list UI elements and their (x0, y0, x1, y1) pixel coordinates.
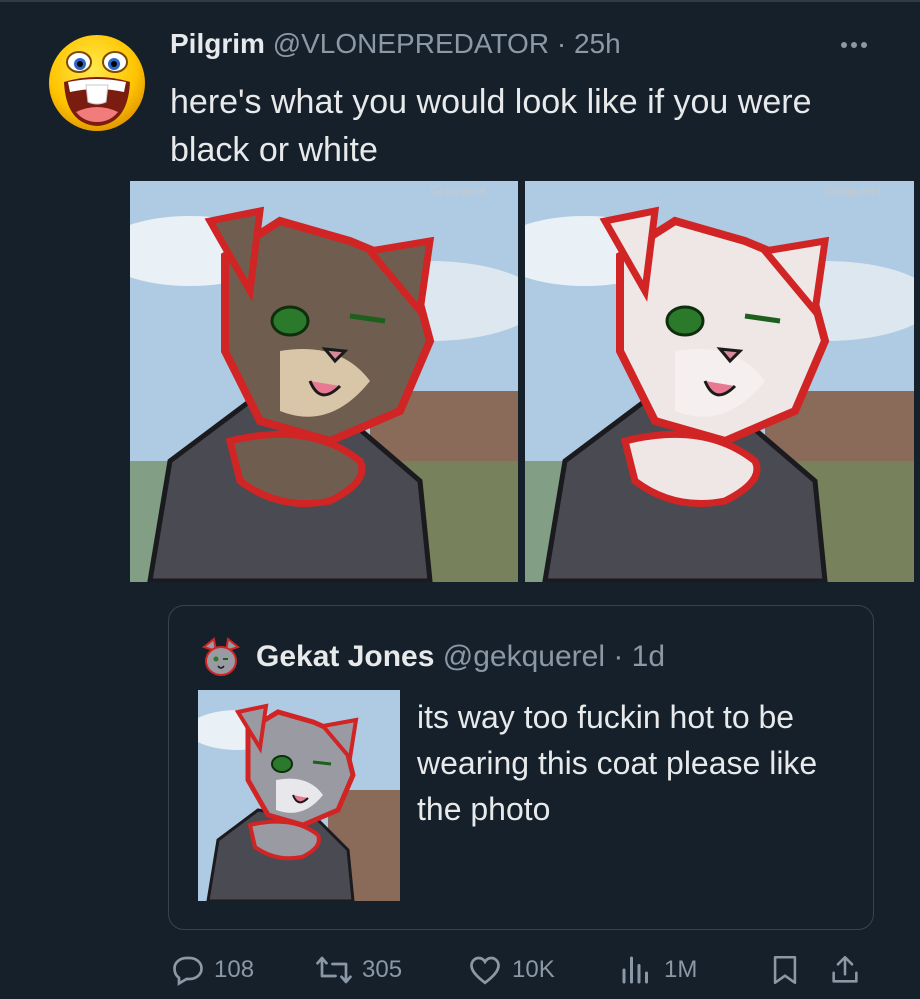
media-image-right[interactable]: Gekquerel (525, 181, 914, 582)
quoted-author-handle[interactable]: @gekquerel (443, 640, 605, 673)
quoted-tweet-text: its way too fuckin hot to be wearing thi… (417, 699, 818, 827)
repost-count: 305 (362, 956, 403, 983)
white-fur-cat-character-image: Gekquerel (525, 181, 914, 582)
tweet-text: here's what you would look like if you w… (170, 83, 812, 169)
top-divider (0, 0, 920, 2)
bookmark-icon (773, 955, 797, 985)
post-time[interactable]: 25h (574, 28, 621, 59)
quoted-author-avatar[interactable] (196, 633, 246, 683)
quoted-author-line: Gekat Jones @gekquerel · 1d (256, 638, 665, 676)
repost-button[interactable]: 305 (314, 950, 402, 990)
reply-count: 108 (214, 956, 255, 983)
views-button[interactable]: 1M (616, 950, 697, 990)
author-handle[interactable]: @VLONEPREDATOR (273, 28, 549, 59)
author-name[interactable]: Pilgrim (170, 28, 265, 59)
quoted-media-thumbnail[interactable] (198, 690, 400, 901)
separator-dot: · (556, 28, 567, 59)
quoted-author-name[interactable]: Gekat Jones (256, 640, 434, 673)
cat-avatar-icon (196, 633, 246, 683)
reply-icon (173, 956, 203, 986)
heart-icon (470, 956, 500, 985)
repost-icon (316, 956, 352, 984)
brown-fur-cat-character-image: Gekquerel (130, 181, 518, 582)
quoted-post-time[interactable]: 1d (632, 640, 665, 673)
watermark-left: Gekquerel (430, 184, 485, 198)
grey-fur-cat-character-image (198, 690, 400, 901)
watermark-right: Gekquerel (825, 184, 880, 198)
author-avatar[interactable] (46, 32, 148, 134)
views-count: 1M (664, 956, 698, 983)
reply-button[interactable]: 108 (170, 950, 254, 990)
quoted-separator-dot: · (613, 640, 624, 673)
share-icon (832, 955, 858, 983)
share-button[interactable] (828, 950, 862, 990)
like-button[interactable]: 10K (466, 950, 555, 990)
like-count: 10K (512, 956, 555, 983)
media-image-left[interactable]: Gekquerel (130, 181, 518, 582)
views-icon (622, 956, 648, 984)
bookmark-button[interactable] (768, 950, 802, 990)
author-line: Pilgrim @VLONEPREDATOR · 25h (170, 26, 621, 62)
more-options-button[interactable] (834, 30, 874, 60)
more-horizontal-icon (841, 42, 867, 48)
laughing-emoji-icon (49, 35, 145, 131)
